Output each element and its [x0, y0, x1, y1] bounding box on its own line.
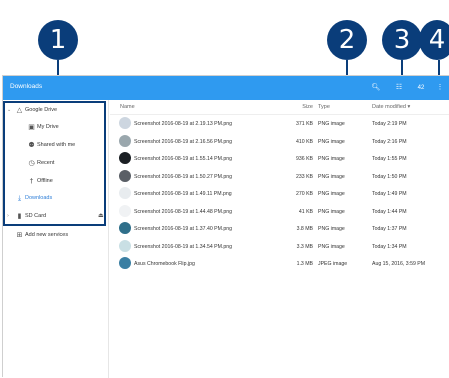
- callout-4: 4: [419, 20, 449, 60]
- sidebar-item-shared-with-me[interactable]: ⚉ Shared with me: [26, 138, 75, 152]
- file-date: Today 2:19 PM: [372, 121, 407, 127]
- column-header-type[interactable]: Type: [318, 104, 330, 110]
- file-thumbnail: [119, 222, 131, 234]
- sidebar-item-label: My Drive: [37, 124, 59, 130]
- table-row[interactable]: Screenshot 2016-08-19 at 1.37.40 PM.png 3…: [110, 220, 449, 237]
- sidebar-item-downloads[interactable]: ⤓ Downloads: [14, 191, 52, 205]
- file-size: 1.3 MB: [296, 261, 313, 267]
- file-date: Today 1:55 PM: [372, 156, 407, 162]
- table-row[interactable]: Screenshot 2016-08-19 at 1.55.14 PM.png 9…: [110, 150, 449, 167]
- file-size: 3.3 MB: [296, 243, 313, 250]
- table-row[interactable]: Asus Chromebook Flip.jpg 1.3 MB JPEG image…: [110, 255, 449, 272]
- sidebar-item-google-drive[interactable]: ⌄ △ Google Drive: [7, 103, 57, 117]
- callout-3: 3: [382, 20, 422, 60]
- chevron-right-icon[interactable]: ›: [7, 213, 14, 219]
- file-size: 410 KB: [295, 138, 313, 145]
- file-date: Today 1:37 PM: [372, 226, 407, 232]
- sidebar-item-offline[interactable]: † Offline: [26, 174, 53, 188]
- folder-icon: ▣: [28, 123, 35, 131]
- file-date: Today 1:44 PM: [372, 208, 407, 215]
- sidebar-item-add-new-services[interactable]: ⊞ Add new services: [14, 228, 69, 242]
- file-date: Aug 15, 2016, 3:59 PM: [372, 261, 426, 267]
- zoom-label[interactable]: 42: [414, 81, 428, 95]
- file-type: PNG image: [318, 226, 345, 232]
- clock-icon: ◷: [28, 159, 35, 167]
- sidebar-item-my-drive[interactable]: ▣ My Drive: [26, 120, 59, 134]
- pin-icon: †: [29, 177, 34, 185]
- file-size: 3.8 MB: [296, 226, 313, 232]
- file-thumbnail: [119, 169, 131, 182]
- file-thumbnail: [119, 257, 131, 269]
- add-box-icon: ⊞: [16, 231, 23, 239]
- table-row[interactable]: Screenshot 2016-08-19 at 1.49.11 PM.png 2…: [110, 185, 449, 202]
- sidebar-item-label: Recent: [37, 160, 55, 166]
- sidebar: ⌄ △ Google Drive ▣ My Drive ⚉ Shared wit…: [3, 100, 109, 378]
- sidebar-item-sd-card[interactable]: › ▮ SD Card: [7, 209, 46, 223]
- table-row[interactable]: Screenshot 2016-08-19 at 1.44.48 PM.png 4…: [110, 203, 449, 220]
- file-type: PNG image: [318, 191, 345, 197]
- table-row[interactable]: Screenshot 2016-08-19 at 1.50.27 PM.png 2…: [110, 168, 449, 185]
- file-type: PNG image: [318, 243, 345, 250]
- file-size: 936 KB: [295, 156, 313, 162]
- file-type: PNG image: [318, 156, 345, 162]
- file-list: Name Size Type Date modified ▾ Screensho…: [110, 100, 449, 378]
- file-date: Today 1:34 PM: [372, 243, 407, 250]
- file-type: PNG image: [318, 121, 345, 127]
- sidebar-item-label: SD Card: [25, 213, 47, 219]
- table-row[interactable]: Screenshot 2016-08-19 at 2.16.56 PM.png 4…: [110, 133, 449, 150]
- file-type: JPEG image: [318, 261, 348, 267]
- file-thumbnail: [119, 134, 131, 147]
- sidebar-item-label: Downloads: [25, 195, 53, 201]
- sidebar-item-label: Google Drive: [25, 107, 58, 113]
- chevron-down-icon[interactable]: ⌄: [7, 107, 14, 113]
- column-header-size[interactable]: Size: [213, 104, 313, 110]
- file-date: Today 1:49 PM: [372, 191, 407, 197]
- file-name: Asus Chromebook Flip.jpg: [134, 261, 195, 267]
- table-row[interactable]: Screenshot 2016-08-19 at 1.34.54 PM.png 3…: [110, 238, 449, 255]
- sidebar-item-label: Offline: [37, 178, 53, 184]
- callout-layer: 1 2 3 4: [0, 0, 449, 102]
- file-thumbnail: [119, 117, 131, 129]
- download-icon: ⤓: [17, 193, 22, 202]
- drive-icon: △: [16, 106, 23, 114]
- file-date: Today 1:50 PM: [372, 173, 407, 180]
- sd-card-icon: ▮: [17, 212, 22, 220]
- eject-icon[interactable]: ⏏: [98, 212, 104, 219]
- files-app-window: Downloads 🔍︎ ☷ 42 ⋮ ⌄ △ Google Drive ▣ M…: [2, 75, 449, 378]
- file-type: PNG image: [318, 173, 345, 180]
- file-thumbnail: [119, 187, 131, 199]
- file-type: PNG image: [318, 138, 345, 145]
- file-size: 270 KB: [295, 191, 313, 197]
- search-icon[interactable]: 🔍︎: [369, 81, 383, 95]
- more-vert-icon[interactable]: ⋮: [435, 81, 445, 95]
- file-date: Today 2:16 PM: [372, 138, 407, 145]
- table-row[interactable]: Screenshot 2016-08-19 at 2.19.13 PM.png 3…: [110, 115, 449, 132]
- file-size: 233 KB: [295, 173, 313, 180]
- column-header-name[interactable]: Name: [120, 104, 135, 110]
- file-type: PNG image: [318, 208, 345, 215]
- table-header: Name Size Type Date modified ▾: [110, 100, 449, 115]
- file-thumbnail: [119, 239, 131, 252]
- column-header-date[interactable]: Date modified ▾: [372, 104, 410, 110]
- grid-view-icon[interactable]: ☷: [392, 81, 406, 95]
- file-thumbnail: [119, 152, 131, 164]
- people-icon: ⚉: [28, 141, 35, 149]
- file-thumbnail: [119, 204, 131, 217]
- app-bar: Downloads 🔍︎ ☷ 42 ⋮: [3, 76, 449, 100]
- file-size: 371 KB: [295, 121, 313, 127]
- callout-1: 1: [38, 20, 78, 60]
- sidebar-item-label: Shared with me: [37, 142, 76, 148]
- sidebar-item-recent[interactable]: ◷ Recent: [26, 156, 54, 170]
- app-title: Downloads: [10, 83, 43, 90]
- callout-2: 2: [327, 20, 367, 60]
- file-size: 41 KB: [298, 208, 313, 215]
- sidebar-item-label: Add new services: [25, 232, 69, 238]
